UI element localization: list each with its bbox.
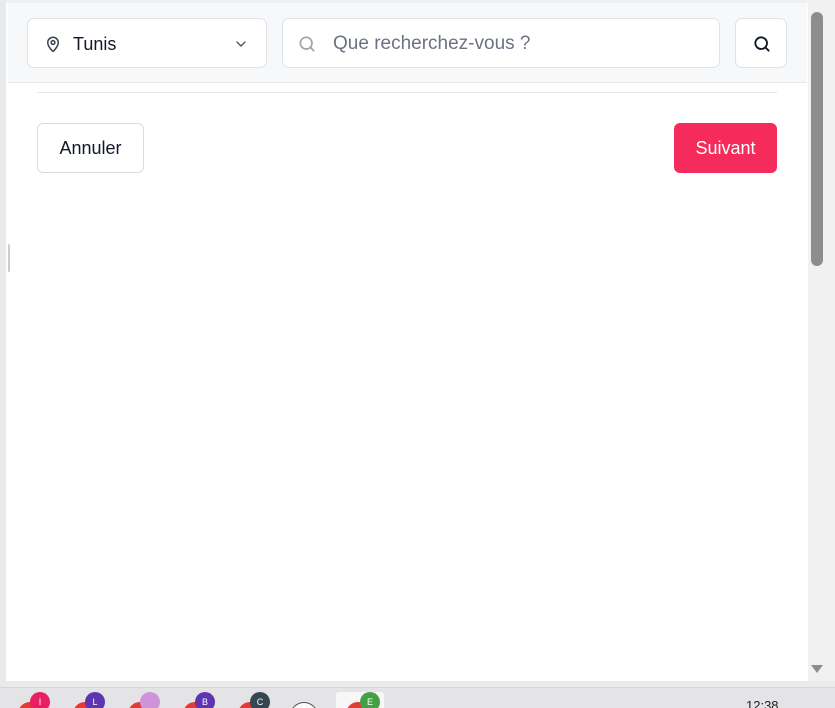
app-badge: C [250, 692, 270, 708]
taskbar-app[interactable]: I [18, 692, 52, 708]
search-icon [299, 36, 315, 52]
taskbar-app[interactable] [290, 702, 318, 708]
search-button[interactable] [735, 18, 787, 68]
taskbar-app[interactable]: L [73, 692, 107, 708]
search-field[interactable] [282, 18, 720, 68]
cancel-button[interactable]: Annuler [37, 123, 144, 173]
search-bar: Tunis [8, 3, 807, 83]
chevron-down-icon [236, 41, 246, 47]
resize-handle[interactable] [8, 244, 10, 272]
section-divider [37, 92, 777, 93]
location-value: Tunis [73, 34, 117, 54]
location-select[interactable]: Tunis [27, 18, 267, 68]
scrollbar-thumb[interactable] [811, 12, 823, 266]
next-button[interactable]: Suivant [674, 123, 777, 173]
browser-window: Tunis Annuler Suivant [6, 0, 835, 681]
taskbar-app[interactable] [128, 692, 162, 708]
taskbar-app-active[interactable]: E [336, 692, 384, 708]
map-pin-icon [47, 36, 59, 53]
search-icon [754, 36, 770, 52]
taskbar-app[interactable]: B [183, 692, 217, 708]
app-badge: B [195, 692, 215, 708]
app-badge: I [30, 692, 50, 708]
taskbar: I L B C E 12:38 [0, 687, 835, 708]
scroll-down-arrow-icon[interactable] [810, 664, 824, 674]
search-input[interactable] [333, 31, 703, 57]
taskbar-app[interactable]: C [238, 692, 272, 708]
system-clock: 12:38 [746, 698, 779, 708]
app-badge: E [360, 692, 380, 708]
app-badge [140, 692, 160, 708]
app-badge: L [85, 692, 105, 708]
